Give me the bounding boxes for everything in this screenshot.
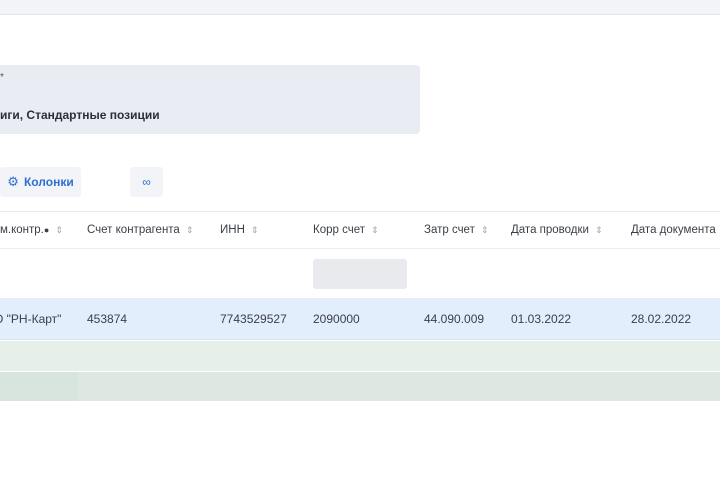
sort-icon[interactable]: ⇕ <box>186 225 194 235</box>
cell-account: 453874 <box>87 312 128 326</box>
sort-icon[interactable]: ⇕ <box>371 225 379 235</box>
columns-label: Колонки <box>23 175 74 189</box>
header-inn[interactable]: ИНН ⇕ <box>220 224 258 236</box>
panel-label: * <box>0 72 4 83</box>
sort-icon[interactable]: ⇕ <box>595 225 603 235</box>
gear-icon: ⚙ <box>7 174 19 189</box>
filter-summary-panel[interactable] <box>0 65 420 134</box>
header-cost-account[interactable]: Затр счет ⇕ <box>424 224 488 236</box>
cell-counterparty: О "РН-Карт" <box>0 312 62 326</box>
group-row-cell <box>0 372 78 401</box>
panel-value: иги, Стандартные позиции <box>0 108 160 122</box>
cell-posting-date: 01.03.2022 <box>511 312 572 326</box>
header-counterparty[interactable]: м.контр.● ⇕ <box>0 224 63 236</box>
link-button[interactable]: ∞ <box>130 167 163 197</box>
cell-document-date: 28.02.2022 <box>631 312 692 326</box>
cell-inn: 7743529527 <box>220 312 287 326</box>
group-row[interactable] <box>0 372 720 401</box>
top-bar <box>0 0 720 15</box>
sort-icon[interactable]: ⇕ <box>55 225 63 235</box>
link-icon: ∞ <box>142 175 151 189</box>
header-document-date[interactable]: Дата документа <box>631 224 716 236</box>
group-row[interactable] <box>0 341 720 371</box>
cell-cost-account: 44.090.009 <box>424 312 485 326</box>
header-posting-date[interactable]: Дата проводки ⇕ <box>511 224 603 236</box>
table-row[interactable]: О "РН-Карт" 453874 7743529527 2090000 44… <box>0 298 720 340</box>
table-header: м.контр.● ⇕ Счет контрагента ⇕ ИНН ⇕ Корр с… <box>0 211 720 249</box>
header-corr-account[interactable]: Корр счет ⇕ <box>313 224 379 236</box>
cell-corr-account: 2090000 <box>313 312 360 326</box>
sort-icon[interactable]: ⇕ <box>251 225 259 235</box>
sort-icon[interactable]: ⇕ <box>481 225 489 235</box>
info-icon: ● <box>43 225 50 235</box>
header-account[interactable]: Счет контрагента ⇕ <box>87 224 193 236</box>
columns-button[interactable]: ⚙ Колонки <box>0 167 81 197</box>
corr-account-filter-input[interactable] <box>313 259 407 289</box>
